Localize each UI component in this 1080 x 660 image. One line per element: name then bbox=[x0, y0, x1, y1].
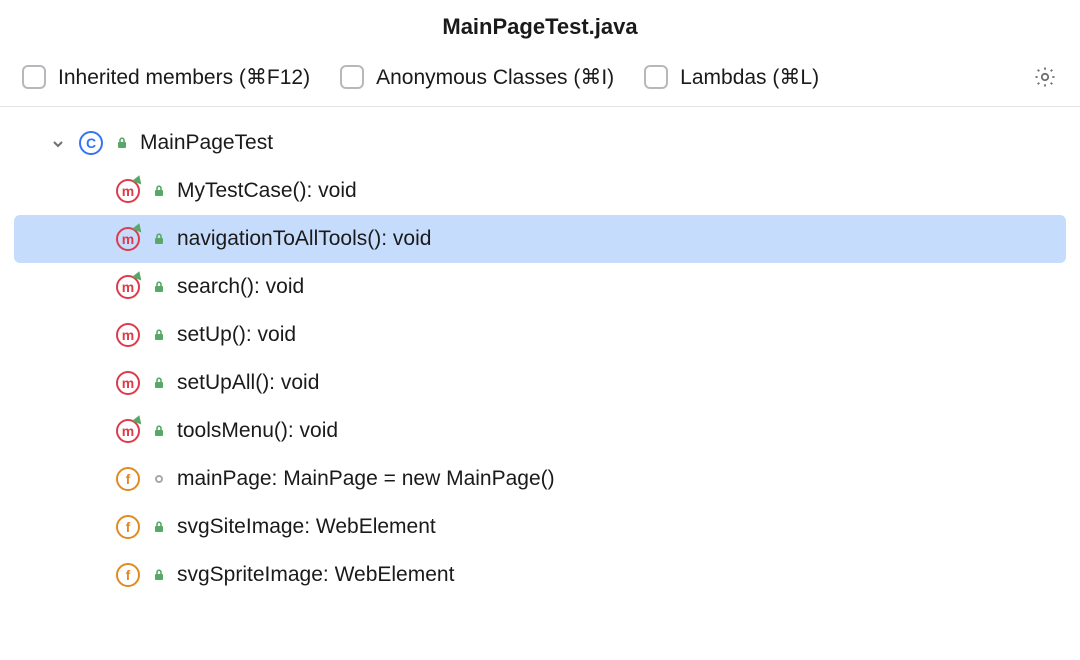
member-label: search(): void bbox=[177, 275, 304, 299]
member-label: toolsMenu(): void bbox=[177, 419, 338, 443]
structure-tree[interactable]: C MainPageTest m MyTestCase(): void m navig… bbox=[0, 107, 1080, 660]
chevron-down-icon[interactable] bbox=[50, 134, 68, 152]
class-icon: C bbox=[78, 130, 104, 156]
tree-member-row[interactable]: m navigationToAllTools(): void bbox=[14, 215, 1066, 263]
tree-member-row[interactable]: m setUp(): void bbox=[0, 311, 1080, 359]
method-icon: m bbox=[115, 226, 141, 252]
member-label: mainPage: MainPage = new MainPage() bbox=[177, 467, 555, 491]
lock-icon bbox=[151, 376, 167, 390]
gear-icon bbox=[1033, 65, 1057, 89]
field-icon: f bbox=[115, 466, 141, 492]
lock-icon bbox=[151, 568, 167, 582]
settings-button[interactable] bbox=[1032, 64, 1058, 90]
method-icon: m bbox=[115, 418, 141, 444]
structure-popup: MainPageTest.java Inherited members (⌘F1… bbox=[0, 0, 1080, 660]
tree-member-row[interactable]: m search(): void bbox=[0, 263, 1080, 311]
filter-inherited[interactable]: Inherited members (⌘F12) bbox=[22, 65, 310, 90]
lock-icon bbox=[151, 328, 167, 342]
member-label: setUpAll(): void bbox=[177, 371, 319, 395]
checkbox-icon bbox=[22, 65, 46, 89]
lock-icon bbox=[114, 136, 130, 150]
lock-icon bbox=[151, 184, 167, 198]
lock-icon bbox=[151, 424, 167, 438]
method-icon: m bbox=[115, 322, 141, 348]
tree-member-row[interactable]: m MyTestCase(): void bbox=[0, 167, 1080, 215]
member-label: MyTestCase(): void bbox=[177, 179, 357, 203]
lock-icon bbox=[151, 520, 167, 534]
member-label: setUp(): void bbox=[177, 323, 296, 347]
method-icon: m bbox=[115, 370, 141, 396]
member-label: svgSiteImage: WebElement bbox=[177, 515, 436, 539]
method-icon: m bbox=[115, 274, 141, 300]
package-visibility-icon bbox=[151, 475, 167, 483]
filter-bar: Inherited members (⌘F12) Anonymous Class… bbox=[0, 58, 1080, 107]
field-icon: f bbox=[115, 514, 141, 540]
member-label: navigationToAllTools(): void bbox=[177, 227, 431, 251]
tree-member-row[interactable]: f mainPage: MainPage = new MainPage() bbox=[0, 455, 1080, 503]
tree-member-row[interactable]: f svgSiteImage: WebElement bbox=[0, 503, 1080, 551]
lock-icon bbox=[151, 280, 167, 294]
member-label: svgSpriteImage: WebElement bbox=[177, 563, 454, 587]
class-label: MainPageTest bbox=[140, 131, 273, 155]
filter-lambdas[interactable]: Lambdas (⌘L) bbox=[644, 65, 819, 90]
filter-label: Inherited members (⌘F12) bbox=[58, 65, 310, 90]
tree-member-row[interactable]: m setUpAll(): void bbox=[0, 359, 1080, 407]
filter-anonymous[interactable]: Anonymous Classes (⌘I) bbox=[340, 65, 614, 90]
tree-member-row[interactable]: f svgSpriteImage: WebElement bbox=[0, 551, 1080, 599]
tree-member-row[interactable]: m toolsMenu(): void bbox=[0, 407, 1080, 455]
filter-label: Anonymous Classes (⌘I) bbox=[376, 65, 614, 90]
method-icon: m bbox=[115, 178, 141, 204]
lock-icon bbox=[151, 232, 167, 246]
checkbox-icon bbox=[644, 65, 668, 89]
checkbox-icon bbox=[340, 65, 364, 89]
tree-root-class[interactable]: C MainPageTest bbox=[0, 119, 1080, 167]
filter-label: Lambdas (⌘L) bbox=[680, 65, 819, 90]
window-title: MainPageTest.java bbox=[0, 0, 1080, 58]
field-icon: f bbox=[115, 562, 141, 588]
